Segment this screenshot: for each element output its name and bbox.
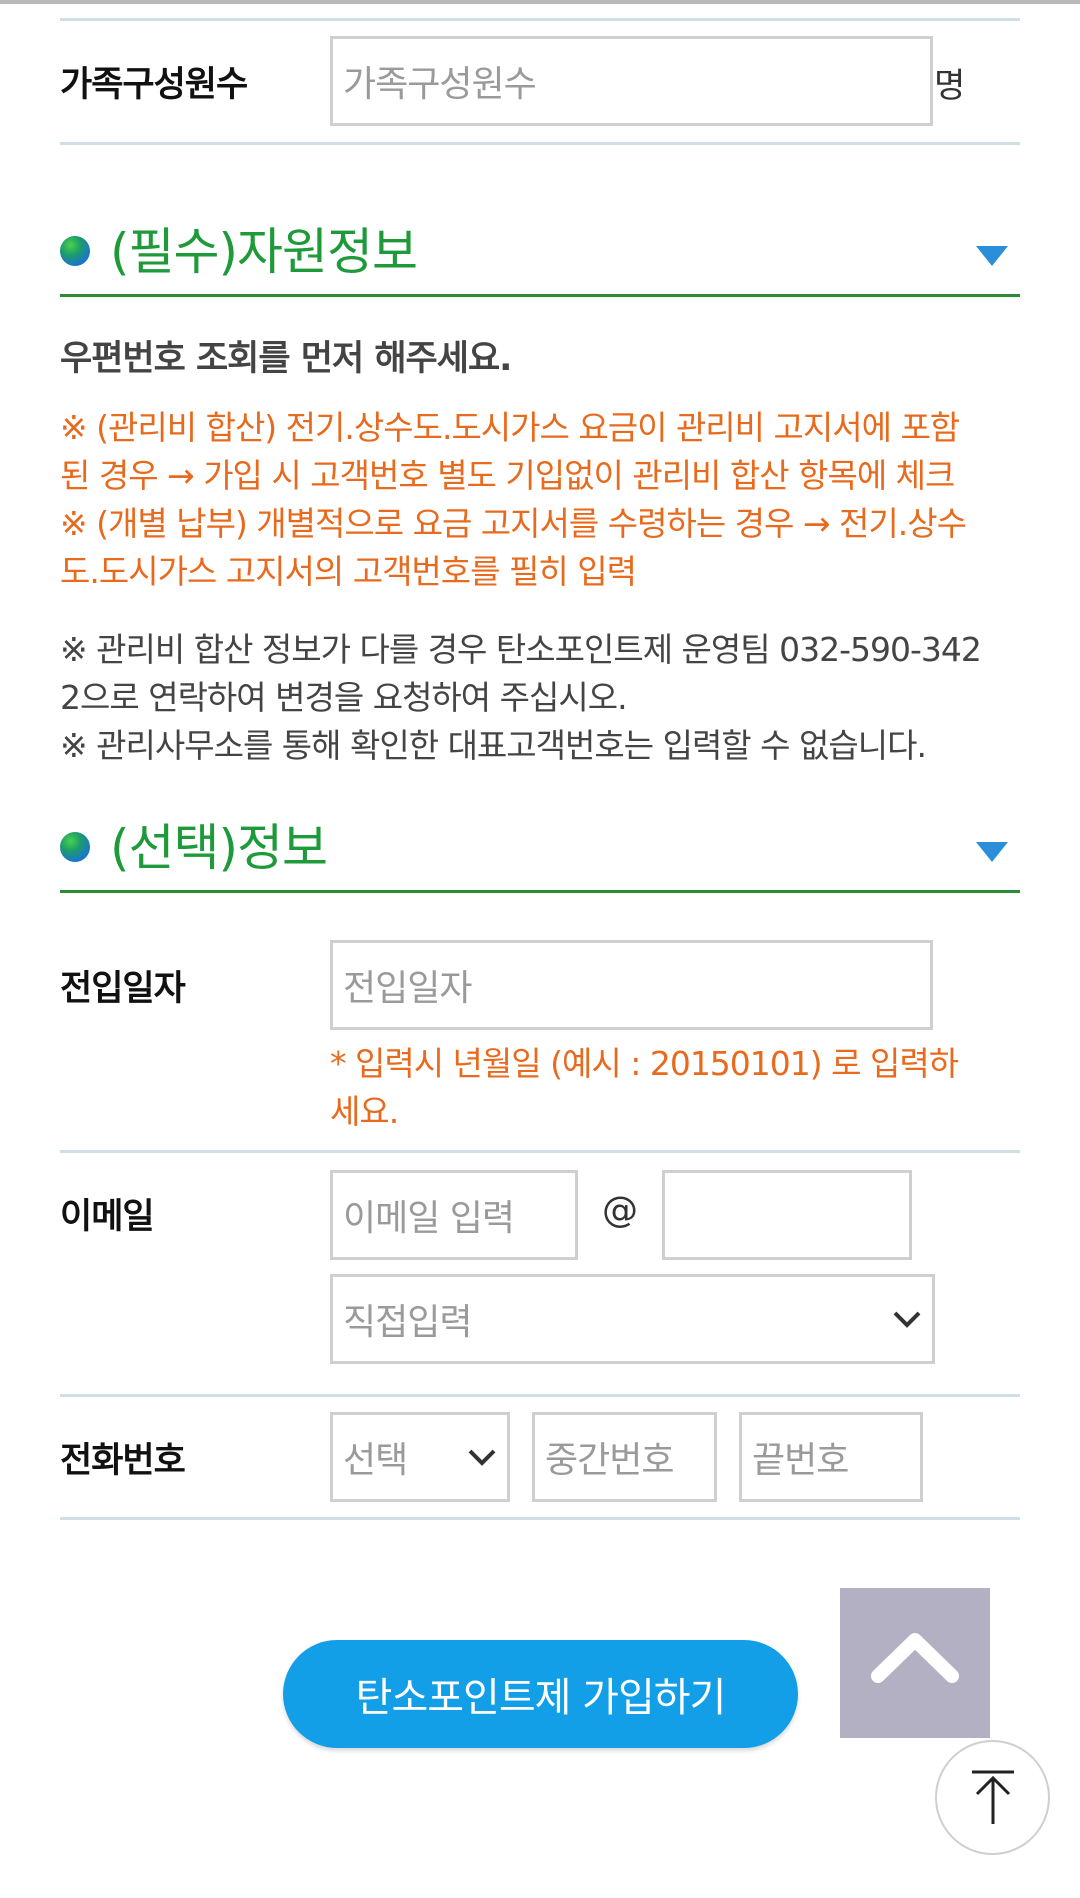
chevron-down-icon: [468, 1449, 496, 1466]
divider-family: [60, 142, 1020, 145]
triangle-down-icon[interactable]: [976, 842, 1008, 862]
phone-prefix-value: 선택: [343, 1440, 408, 1481]
phone-middle-placeholder: 중간번호: [545, 1440, 674, 1481]
email-domain-select-value: 직접입력: [343, 1302, 472, 1343]
email-domain-select[interactable]: 직접입력: [330, 1274, 935, 1364]
orange-note-line: ※ (개별 납부) 개별적으로 요금 고지서를 수령하는 경우 → 전기.상수: [60, 504, 967, 543]
family-count-input[interactable]: 가족구성원수: [330, 36, 933, 126]
orange-note-line: ※ (관리비 합산) 전기.상수도.도시가스 요금이 관리비 고지서에 포함: [60, 408, 960, 447]
divider-move-in: [60, 1150, 1020, 1153]
arrow-up-to-top-icon: [972, 1770, 1014, 1824]
section-bullet-icon: [60, 832, 90, 862]
triangle-down-icon[interactable]: [976, 246, 1008, 266]
top-status-strip: [0, 0, 1080, 4]
chevron-up-icon: [871, 1633, 959, 1683]
orange-notice: ※ (관리비 합산) 전기.상수도.도시가스 요금이 관리비 고지서에 포함 된…: [60, 404, 1030, 596]
family-count-placeholder: 가족구성원수: [343, 64, 537, 105]
phone-last-placeholder: 끝번호: [752, 1440, 849, 1481]
move-in-date-placeholder: 전입일자: [343, 968, 472, 1009]
back-to-top-button[interactable]: [935, 1740, 1050, 1855]
move-in-date-input[interactable]: 전입일자: [330, 940, 933, 1030]
at-sign: @: [602, 1190, 638, 1231]
family-count-unit: 명: [934, 66, 966, 106]
phone-label: 전화번호: [60, 1441, 186, 1481]
phone-middle-input[interactable]: 중간번호: [532, 1412, 717, 1502]
phone-prefix-select[interactable]: 선택: [330, 1412, 510, 1502]
family-count-label: 가족구성원수: [60, 65, 248, 105]
email-domain-input[interactable]: [662, 1170, 912, 1260]
orange-note-line: 도.도시가스 고지서의 고객번호를 필히 입력: [60, 552, 637, 591]
gray-notice: ※ 관리비 합산 정보가 다를 경우 탄소포인트제 운영팀 032-590-34…: [60, 626, 1030, 770]
phone-last-input[interactable]: 끝번호: [739, 1412, 923, 1502]
required-section-divider: [60, 294, 1020, 297]
email-label: 이메일: [60, 1197, 155, 1237]
divider-phone: [60, 1517, 1020, 1520]
optional-section-title[interactable]: (선택)정보: [110, 808, 328, 880]
zipcode-intro: 우편번호 조회를 먼저 해주세요.: [60, 339, 512, 379]
move-in-date-label: 전입일자: [60, 969, 186, 1009]
join-button[interactable]: 탄소포인트제 가입하기: [283, 1640, 798, 1748]
gray-note-line: ※ 관리비 합산 정보가 다를 경우 탄소포인트제 운영팀 032-590-34…: [60, 630, 982, 669]
email-local-input[interactable]: 이메일 입력: [330, 1170, 578, 1260]
scroll-up-button[interactable]: [840, 1588, 990, 1738]
divider-email: [60, 1394, 1020, 1397]
hint-line: * 입력시 년월일 (예시 : 20150101) 로 입력하: [330, 1044, 959, 1083]
gray-note-line: ※ 관리사무소를 통해 확인한 대표고객번호는 입력할 수 없습니다.: [60, 726, 927, 765]
join-button-label: 탄소포인트제 가입하기: [355, 1675, 727, 1721]
gray-note-line: 2으로 연락하여 변경을 요청하여 주십시오.: [60, 678, 628, 717]
optional-section-divider: [60, 890, 1020, 893]
move-in-date-hint: * 입력시 년월일 (예시 : 20150101) 로 입력하 세요.: [330, 1040, 959, 1136]
divider-top: [60, 18, 1020, 21]
orange-note-line: 된 경우 → 가입 시 고객번호 별도 기입없이 관리비 합산 항목에 체크: [60, 456, 955, 495]
chevron-down-icon: [893, 1311, 921, 1328]
required-section-title[interactable]: (필수)자원정보: [110, 212, 418, 284]
hint-line: 세요.: [330, 1092, 399, 1131]
email-local-placeholder: 이메일 입력: [343, 1198, 515, 1239]
section-bullet-icon: [60, 236, 90, 266]
